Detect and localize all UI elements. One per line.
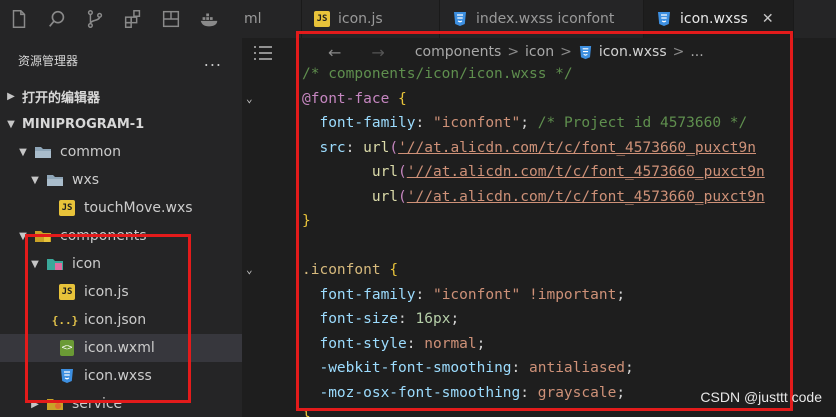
- close-icon[interactable]: ✕: [762, 11, 774, 27]
- tree-folder-common[interactable]: ▼ common: [0, 138, 242, 166]
- tab-partial[interactable]: ml: [242, 0, 302, 38]
- code-line: font-size: 16px;: [319, 311, 460, 327]
- files-icon[interactable]: [0, 0, 38, 38]
- code-line: font-style: normal;: [319, 335, 486, 352]
- chevron-down-icon: ▼: [7, 118, 15, 130]
- tree-folder-icon[interactable]: ▼ icon: [0, 250, 242, 278]
- source-control-icon[interactable]: [76, 0, 114, 38]
- css-file-icon: [454, 12, 466, 26]
- folder-service-icon: [46, 396, 64, 412]
- fold-chevron-icon: ⌄: [246, 91, 253, 105]
- code-line: ⌄ @font-face {: [246, 87, 836, 112]
- breadcrumb-item[interactable]: components: [415, 44, 502, 60]
- tree-file-icon-wxml[interactable]: <> icon.wxml: [0, 334, 242, 362]
- extensions-icon[interactable]: [114, 0, 152, 38]
- tree-file-icon-js[interactable]: JS icon.js: [0, 278, 242, 306]
- css-file-icon: [579, 45, 591, 59]
- tree-folder-service[interactable]: ▶ service: [0, 390, 242, 417]
- code-line: -webkit-font-smoothing: antialiased;: [319, 360, 634, 376]
- folder-open-icon: [46, 172, 64, 188]
- code-line: ⌄ .iconfont {: [246, 258, 836, 283]
- tree-label: service: [72, 396, 123, 412]
- section-label: 打开的编辑器: [22, 90, 101, 106]
- search-icon[interactable]: [38, 0, 76, 38]
- explorer-header: 资源管理器 ...: [0, 38, 242, 82]
- breadcrumb-separator: >: [507, 44, 520, 60]
- breadcrumb-item[interactable]: icon: [525, 44, 554, 60]
- tab-index-wxss[interactable]: index.wxss iconfont: [440, 0, 644, 38]
- docker-icon[interactable]: [190, 0, 228, 38]
- code-editor[interactable]: ← → components > icon > icon.wxss > ... …: [242, 38, 836, 417]
- code-line: /* components/icon/icon.wxss */: [302, 66, 573, 82]
- tree-file-touchmove[interactable]: JS touchMove.wxs: [0, 194, 242, 222]
- editor-tab-bar: ml JS icon.js index.wxss iconfont icon.w…: [242, 0, 836, 38]
- tree-file-icon-json[interactable]: {..} icon.json: [0, 306, 242, 334]
- chevron-down-icon: ▼: [19, 230, 27, 242]
- breadcrumb-separator: >: [560, 44, 572, 60]
- more-actions-icon[interactable]: ...: [204, 51, 222, 70]
- chevron-down-icon: ▼: [31, 258, 39, 270]
- tree-folder-components[interactable]: ▼ components: [0, 222, 242, 250]
- fold-chevron-icon: ⌄: [246, 263, 253, 276]
- code-line: font-family: "iconfont"; /* Project id 4…: [319, 115, 748, 131]
- tree-label: common: [60, 144, 121, 160]
- js-file-icon: JS: [314, 11, 330, 27]
- chevron-right-icon: ▶: [7, 90, 15, 102]
- tree-label: touchMove.wxs: [84, 200, 193, 216]
- tree-label: icon.wxss: [84, 368, 152, 384]
- folder-icon-special: [46, 256, 64, 272]
- tree-label: icon.js: [84, 284, 129, 300]
- tree-folder-wxs[interactable]: ▼ wxs: [0, 166, 242, 194]
- tree-label: components: [60, 228, 147, 244]
- tab-label: icon.js: [338, 11, 383, 27]
- activity-bar: [0, 0, 242, 38]
- tree-label: icon: [72, 256, 102, 272]
- code-line: src: url('//at.alicdn.com/t/c/font_45736…: [319, 139, 756, 156]
- chevron-down-icon: ▼: [19, 146, 27, 158]
- code-lines: /* components/icon/icon.wxss */ ⌄ @font-f…: [246, 62, 836, 417]
- wxml-file-icon: <>: [58, 340, 76, 356]
- code-line: url('//at.alicdn.com/t/c/font_4573660_pu…: [371, 188, 765, 205]
- breadcrumb-item[interactable]: icon.wxss: [599, 44, 667, 60]
- folder-components-icon: [34, 228, 52, 244]
- json-file-icon: {..}: [51, 313, 79, 327]
- tree-label: icon.json: [84, 312, 147, 328]
- chevron-right-icon: ▶: [31, 398, 39, 410]
- tab-icon-wxss[interactable]: icon.wxss ✕: [644, 0, 794, 38]
- chevron-down-icon: ▼: [31, 174, 39, 186]
- remote-icon[interactable]: [152, 0, 190, 38]
- js-file-icon: JS: [58, 200, 76, 216]
- code-line: }: [302, 409, 311, 417]
- breadcrumb-separator: >: [672, 44, 685, 60]
- css-file-icon: [58, 368, 76, 384]
- explorer-title: 资源管理器: [18, 53, 79, 68]
- back-arrow-icon[interactable]: ←: [328, 43, 341, 62]
- tree-label: icon.wxml: [84, 340, 155, 356]
- tab-label: icon.wxss: [680, 11, 748, 27]
- code-line: url('//at.alicdn.com/t/c/font_4573660_pu…: [371, 164, 765, 180]
- forward-arrow-icon[interactable]: →: [371, 43, 384, 62]
- tree-file-icon-wxss[interactable]: icon.wxss: [0, 362, 242, 390]
- tree-label: wxs: [72, 172, 100, 188]
- breadcrumb-item[interactable]: ...: [690, 44, 703, 60]
- project-section[interactable]: ▼ MINIPROGRAM-1: [0, 110, 242, 138]
- explorer-sidebar: 资源管理器 ... ▶ 打开的编辑器 ▼ MINIPROGRAM-1 ▼ com…: [0, 38, 242, 417]
- watermark: CSDN @justtt code: [700, 389, 822, 405]
- tab-label: ml: [244, 11, 262, 27]
- code-line: }: [302, 213, 311, 229]
- list-view-icon[interactable]: [252, 44, 274, 62]
- code-line: font-family: "iconfont" !important;: [319, 286, 626, 303]
- tab-label: index.wxss iconfont: [476, 11, 615, 27]
- folder-open-icon: [34, 144, 52, 160]
- css-file-icon: [658, 12, 670, 26]
- section-label: MINIPROGRAM-1: [22, 116, 145, 132]
- tab-icon-js[interactable]: JS icon.js: [302, 0, 440, 38]
- js-file-icon: JS: [58, 284, 76, 300]
- open-editors-section[interactable]: ▶ 打开的编辑器: [0, 82, 242, 110]
